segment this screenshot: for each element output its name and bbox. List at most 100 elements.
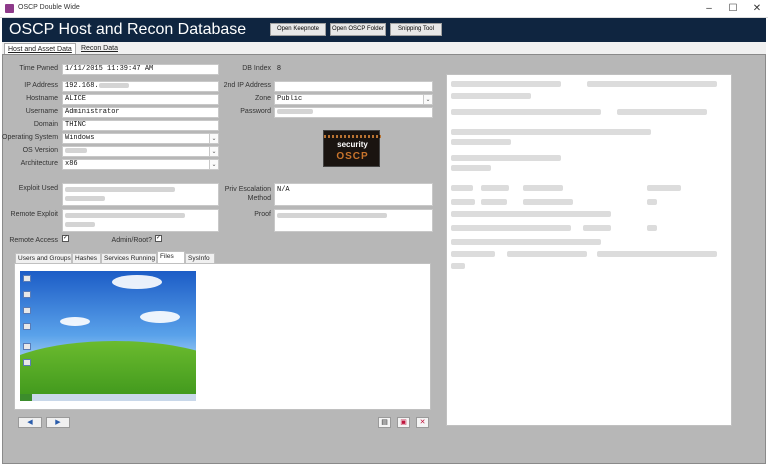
delete-record-icon[interactable]: ✕: [416, 417, 429, 428]
architecture-label: Architecture: [20, 160, 58, 167]
chevron-down-icon[interactable]: ⌄: [209, 134, 218, 143]
recon-notes-panel[interactable]: [446, 74, 732, 426]
desktop-icon: [23, 359, 31, 366]
remote-exploit-field[interactable]: [62, 209, 219, 232]
logo-word: security: [337, 140, 368, 149]
desktop-icon: [23, 291, 31, 298]
cloud: [60, 317, 90, 326]
maximize-button[interactable]: ☐: [720, 0, 746, 18]
taskbar: [20, 394, 196, 401]
priv-escalation-field[interactable]: N/A: [274, 183, 433, 206]
second-ip-field[interactable]: [274, 81, 433, 92]
admin-root-label: Admin/Root?: [111, 237, 152, 244]
snipping-tool-button[interactable]: Snipping Tool: [390, 23, 442, 36]
window-title: OSCP Double Wide: [18, 4, 80, 11]
redacted-text: [523, 185, 563, 191]
priv-escalation-label: Priv Escalation Method: [224, 186, 271, 202]
desktop-icon: [23, 307, 31, 314]
time-pwned-field[interactable]: 1/11/2015 11:39:47 AM: [62, 64, 219, 75]
password-field[interactable]: [274, 107, 433, 118]
proof-label: Proof: [254, 211, 271, 218]
open-oscp-folder-button[interactable]: Open OSCP Folder: [330, 23, 386, 36]
admin-root-checkbox[interactable]: ✓: [155, 235, 162, 242]
redacted-text: [451, 185, 473, 191]
green-hill: [20, 341, 196, 401]
open-keepnote-button[interactable]: Open Keepnote: [270, 23, 326, 36]
os-version-select[interactable]: ⌄: [62, 146, 219, 157]
ip-address-label: IP Address: [24, 82, 58, 89]
db-index-value: 8: [277, 65, 281, 72]
logo-oscp: OSCP: [336, 151, 369, 162]
tab-host-and-asset-data[interactable]: Host and Asset Data: [4, 43, 76, 54]
chevron-down-icon[interactable]: ⌄: [209, 160, 218, 169]
exploit-used-label: Exploit Used: [18, 185, 58, 192]
subtab-services-running[interactable]: Services Running: [101, 253, 157, 263]
hostname-field[interactable]: ALICE: [62, 94, 219, 105]
desktop-screenshot-image: [20, 271, 196, 401]
username-field[interactable]: Administrator: [62, 107, 219, 118]
redacted-text: [647, 185, 681, 191]
proof-field[interactable]: [274, 209, 433, 232]
time-pwned-label: Time Pwned: [19, 65, 58, 72]
zone-select[interactable]: Public ⌄: [274, 94, 433, 105]
previous-record-button[interactable]: ◀: [18, 417, 42, 428]
ip-address-value: 192.168.: [65, 82, 99, 90]
redacted-text: [587, 81, 717, 87]
close-button[interactable]: ✕: [744, 0, 768, 18]
subtab-hashes[interactable]: Hashes: [72, 253, 101, 263]
db-index-label: DB Index: [242, 65, 271, 72]
ip-address-field[interactable]: 192.168.: [62, 81, 219, 92]
redacted-text: [523, 199, 573, 205]
save-icon[interactable]: ▣: [397, 417, 410, 428]
tab-recon-data[interactable]: Recon Data: [78, 43, 121, 54]
hostname-label: Hostname: [26, 95, 58, 102]
domain-field[interactable]: THINC: [62, 120, 219, 131]
desktop-icon: [23, 275, 31, 282]
print-icon[interactable]: ▤: [378, 417, 391, 428]
subtab-files[interactable]: Files: [157, 251, 185, 263]
operating-system-value: Windows: [65, 134, 95, 142]
redacted-text: [451, 199, 475, 205]
zone-label: Zone: [255, 95, 271, 102]
redacted-text: [583, 225, 611, 231]
redacted-text: [451, 211, 611, 217]
logo-top-stripe: [324, 135, 381, 138]
password-label: Password: [240, 108, 271, 115]
redacted-text: [451, 93, 531, 99]
chevron-down-icon[interactable]: ⌄: [209, 147, 218, 156]
exploit-used-field[interactable]: [62, 183, 219, 206]
offensive-security-logo: security OSCP: [323, 130, 381, 167]
tab-strip: Host and Asset Data Recon Data: [2, 42, 766, 54]
redacted-text: [597, 251, 717, 257]
redacted-text: [451, 225, 571, 231]
redacted-text: [451, 239, 601, 245]
desktop-icon: [23, 343, 31, 350]
redacted-text: [451, 263, 465, 269]
app-icon: [5, 4, 14, 13]
remote-access-label: Remote Access: [9, 237, 58, 244]
subtab-sysinfo[interactable]: SysInfo: [185, 253, 215, 263]
username-label: Username: [25, 108, 58, 115]
domain-label: Domain: [33, 121, 58, 128]
desktop-icon: [23, 323, 31, 330]
chevron-down-icon[interactable]: ⌄: [423, 95, 432, 104]
redacted-text: [507, 251, 587, 257]
redacted-text: [451, 155, 561, 161]
subtab-users-and-groups[interactable]: Users and Groups: [15, 253, 72, 263]
redacted-text: [481, 199, 507, 205]
next-record-button[interactable]: ▶: [46, 417, 70, 428]
zone-value: Public: [277, 95, 303, 103]
redacted-text: [617, 109, 707, 115]
cloud: [140, 311, 180, 323]
start-button: [20, 394, 32, 401]
os-version-label: OS Version: [22, 147, 58, 154]
redacted-text: [647, 199, 657, 205]
architecture-select[interactable]: x86 ⌄: [62, 159, 219, 170]
redacted-text: [451, 81, 561, 87]
remote-access-checkbox[interactable]: ✓: [62, 235, 69, 242]
minimize-button[interactable]: –: [696, 0, 722, 18]
app-title: OSCP Host and Recon Database: [9, 21, 247, 38]
redacted-text: [451, 139, 511, 145]
redacted-text: [647, 225, 657, 231]
operating-system-select[interactable]: Windows ⌄: [62, 133, 219, 144]
